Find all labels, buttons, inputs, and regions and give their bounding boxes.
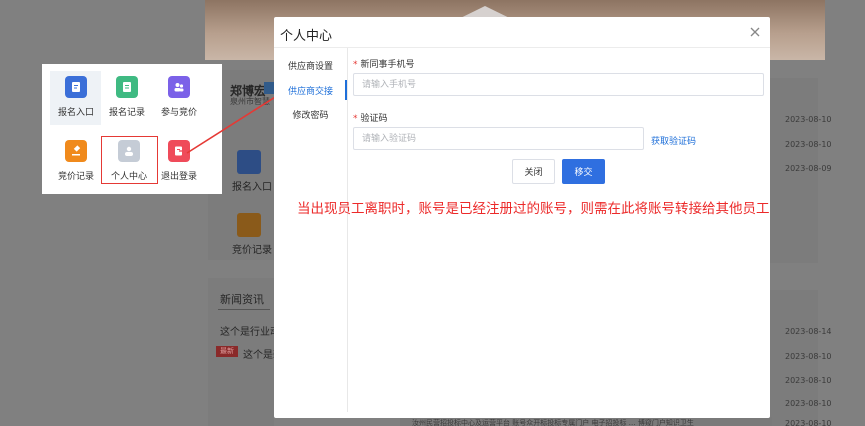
- tab-supplier-handover[interactable]: 供应商交接: [274, 84, 347, 97]
- tab-change-password[interactable]: 修改密码: [274, 108, 347, 121]
- register-record-icon: [116, 76, 138, 98]
- shortcut-join-bidding[interactable]: 参与竞价: [153, 76, 205, 118]
- shortcut-label: 报名记录: [108, 108, 145, 118]
- register-entry-icon: [65, 76, 87, 98]
- shortcut-label: 报名入口: [57, 108, 94, 118]
- handover-button[interactable]: 移交: [562, 159, 605, 184]
- shortcut-register-record[interactable]: 报名记录: [101, 76, 153, 118]
- sidebar-divider: [347, 48, 348, 412]
- news-underline: [218, 309, 270, 310]
- active-tab-indicator: [345, 80, 347, 100]
- user-badge: [264, 82, 274, 94]
- new-tag: 最新: [216, 346, 238, 357]
- news-title: 新闻资讯: [220, 293, 264, 306]
- list-date: 2023-08-10: [785, 140, 832, 149]
- list-date: 2023-08-10: [785, 115, 832, 124]
- shortcut-register-entry[interactable]: 报名入口: [50, 76, 102, 118]
- shortcut-label: 退出登录: [160, 172, 197, 182]
- bid-record-label: 竞价记录: [232, 245, 272, 256]
- user-org: 泉州市智慧: [230, 97, 270, 106]
- shortcut-label: 竞价记录: [57, 172, 94, 182]
- shortcut-bid-record[interactable]: 竞价记录: [50, 140, 102, 182]
- code-label: * 验证码: [353, 114, 388, 124]
- header-divider: [274, 47, 770, 48]
- get-code-link[interactable]: 获取验证码: [651, 134, 696, 147]
- verification-code-input[interactable]: [353, 127, 644, 150]
- list-date: 2023-08-10: [785, 376, 832, 385]
- phone-input[interactable]: [353, 73, 764, 96]
- list-date: 2023-08-10: [785, 419, 832, 426]
- tab-supplier-settings[interactable]: 供应商设置: [274, 59, 347, 72]
- shortcut-callout: 报名入口 报名记录 参与竞价 竞价记录 个人中心 退出登录: [42, 64, 222, 194]
- gavel-icon: [65, 140, 87, 162]
- dialog-title: 个人中心: [280, 29, 333, 44]
- phone-label: * 新同事手机号: [353, 60, 415, 70]
- register-entry-label: 报名入口: [232, 182, 272, 193]
- bid-record-icon: [237, 213, 261, 237]
- shortcut-label: 参与竞价: [160, 108, 197, 118]
- list-date: 2023-08-10: [785, 352, 832, 361]
- list-date: 2023-08-09: [785, 164, 832, 173]
- selection-highlight-box: [101, 136, 158, 184]
- personal-center-dialog: 个人中心 供应商设置 供应商交接 修改密码 *新同事手机号 *验证码 获取验证码…: [274, 17, 770, 418]
- close-icon[interactable]: [748, 25, 762, 39]
- register-entry-icon: [237, 150, 261, 174]
- list-date: 2023-08-14: [785, 327, 832, 336]
- logout-icon: [168, 140, 190, 162]
- close-button[interactable]: 关闭: [512, 159, 555, 184]
- list-date: 2023-08-10: [785, 399, 832, 408]
- shortcut-logout[interactable]: 退出登录: [153, 140, 205, 182]
- footer-text: 汝州民营招投标中心及运营平台 账号众开标投标专属门户 电子招投标 … 博窥门户知…: [412, 419, 694, 426]
- annotation-text: 当出现员工离职时，账号是已经注册过的账号，则需在此将账号转接给其他员工: [297, 201, 770, 217]
- join-bidding-icon: [168, 76, 190, 98]
